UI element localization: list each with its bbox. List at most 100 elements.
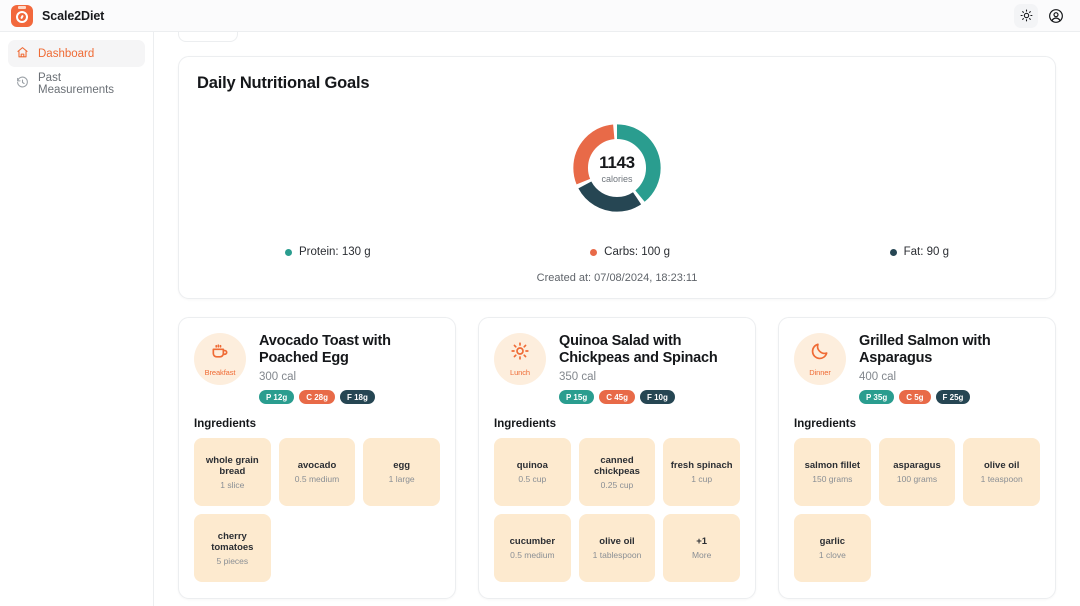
ingredient-quantity: 0.5 medium <box>294 474 340 484</box>
brand[interactable]: Scale2Diet <box>11 4 105 27</box>
ingredient-quantity: 1 large <box>388 474 415 484</box>
meal-header: Lunch Quinoa Salad with Chickpeas and Spi… <box>494 333 740 405</box>
ingredient-tile[interactable]: quinoa 0.5 cup <box>494 438 571 507</box>
ingredient-tile[interactable]: salmon fillet 150 grams <box>794 438 871 507</box>
macro-badge: F 10g <box>640 390 675 405</box>
macro-badge: P 15g <box>559 390 595 405</box>
meal-slot-badge: Lunch <box>494 333 546 385</box>
ingredients-heading: Ingredients <box>494 418 556 431</box>
top-bar-actions <box>1014 3 1068 28</box>
legend-dot-carbs <box>590 248 598 256</box>
meal-card[interactable]: Lunch Quinoa Salad with Chickpeas and Spi… <box>478 317 756 600</box>
macro-badge: C 45g <box>599 390 635 405</box>
ingredients-heading: Ingredients <box>794 418 856 431</box>
donut-chart-graphic: 1143 calories <box>569 120 665 216</box>
top-bar: Scale2Diet <box>0 0 1080 32</box>
scrolled-card-above <box>178 32 238 42</box>
legend-dot-fat <box>889 248 897 256</box>
ingredient-name: garlic <box>819 536 845 548</box>
ingredient-quantity: 0.5 medium <box>510 550 555 560</box>
macro-badge-row: P 12g C 28g F 18g <box>259 390 440 405</box>
ingredient-tile[interactable]: asparagus 100 grams <box>878 438 956 507</box>
meal-card[interactable]: Breakfast Avocado Toast with Poached Egg 3… <box>178 317 456 600</box>
meal-slot-badge: Dinner <box>794 333 846 385</box>
calories-value: 1143 <box>599 152 635 172</box>
macro-badge: C 5g <box>899 390 931 405</box>
meal-slot-label: Dinner <box>809 368 831 377</box>
sidebar: Dashboard Past Measurements <box>0 32 154 606</box>
meal-slot-label: Lunch <box>510 368 530 377</box>
ingredients-heading: Ingredients <box>194 418 256 431</box>
ingredient-quantity: 1 slice <box>220 479 245 490</box>
ingredient-tile[interactable]: cherry tomatoes 5 pieces <box>194 514 271 583</box>
sidebar-item-label: Dashboard <box>38 47 95 60</box>
sidebar-item-past-measurements[interactable]: Past Measurements <box>8 70 145 97</box>
meal-title: Grilled Salmon with Asparagus <box>859 333 991 367</box>
legend-dot-protein <box>285 248 292 256</box>
macro-badge-row: P 35g C 5g F 25g <box>859 390 1040 405</box>
ingredient-tile[interactable]: olive oil 1 teaspoon <box>963 438 1040 507</box>
ingredient-grid: quinoa 0.5 cup canned chickpeas 0.25 cup fre… <box>494 438 740 583</box>
ingredient-tile[interactable]: canned chickpeas 0.25 cup <box>578 438 656 507</box>
meal-slot-label: Breakfast <box>204 368 236 377</box>
meal-header: Dinner Grilled Salmon with Asparagus 400 c… <box>794 333 1040 405</box>
ingredient-quantity: 0.5 cup <box>518 474 547 484</box>
macro-badge: C 28g <box>299 390 335 405</box>
coffee-cup-icon <box>210 341 230 366</box>
ingredient-name: salmon fillet <box>804 460 861 472</box>
ingredient-tile[interactable]: +1 More <box>663 514 740 583</box>
legend-item-protein: Protein: 130 g <box>285 246 371 258</box>
ingredient-quantity: 1 clove <box>818 550 846 560</box>
ingredient-name: cucumber <box>509 536 556 548</box>
ingredient-name: egg <box>393 460 411 472</box>
sidebar-item-label: Past Measurements <box>38 71 115 96</box>
donut-chart: 1143 calories <box>197 120 1037 216</box>
sun-icon <box>510 341 530 366</box>
macro-badge: P 12g <box>259 390 295 405</box>
ingredient-quantity: 5 pieces <box>216 555 249 566</box>
ingredient-tile[interactable]: egg 1 large <box>363 438 440 507</box>
ingredient-tile[interactable]: whole grain bread 1 slice <box>194 438 271 507</box>
ingredient-quantity: 0.25 cup <box>600 479 634 490</box>
ingredient-name: asparagus <box>893 460 941 472</box>
ingredient-tile[interactable]: avocado 0.5 medium <box>278 438 356 507</box>
chart-legend: Protein: 130 g Carbs: 100 g Fat: 90 g <box>197 246 1037 258</box>
sidebar-item-dashboard[interactable]: Dashboard <box>8 40 145 67</box>
legend-label-carbs: Carbs: 100 g <box>604 246 671 258</box>
app-root: Scale2Diet Dashboard Past Measurements D… <box>0 0 1080 606</box>
ingredient-name: avocado <box>297 460 337 472</box>
ingredient-tile[interactable]: garlic 1 clove <box>794 514 871 583</box>
macro-badge: P 35g <box>859 390 895 405</box>
meal-calories: 400 cal <box>859 371 897 384</box>
body: Dashboard Past Measurements Daily Nutrit… <box>0 32 1080 606</box>
ingredient-name: canned chickpeas <box>594 454 640 478</box>
calories-unit: calories <box>601 173 633 184</box>
legend-item-carbs: Carbs: 100 g <box>590 246 670 258</box>
meal-slot-badge: Breakfast <box>194 333 246 385</box>
ingredient-tile[interactable]: olive oil 1 tablespoon <box>578 514 656 583</box>
ingredient-name: quinoa <box>516 460 548 472</box>
ingredient-quantity: 1 teaspoon <box>980 474 1023 484</box>
ingredient-tile[interactable]: fresh spinach 1 cup <box>663 438 740 507</box>
ingredient-grid: salmon fillet 150 grams asparagus 100 grams… <box>794 438 1040 583</box>
donut-center-label: 1143 calories <box>569 120 665 216</box>
scale-logo-icon <box>11 4 33 27</box>
daily-nutritional-goals-card: Daily Nutritional Goals 1143 calories Pr… <box>178 56 1056 299</box>
page-title: Daily Nutritional Goals <box>197 74 370 92</box>
sun-icon[interactable] <box>1014 3 1038 28</box>
user-avatar-icon[interactable] <box>1044 4 1068 28</box>
ingredient-quantity: 100 grams <box>896 474 938 484</box>
ingredient-grid: whole grain bread 1 slice avocado 0.5 mediu… <box>194 438 440 583</box>
ingredient-name: +1 <box>696 536 708 548</box>
meal-calories: 300 cal <box>259 371 297 384</box>
brand-name: Scale2Diet <box>42 8 105 23</box>
ingredient-name: whole grain bread <box>205 454 259 478</box>
macro-badge: F 25g <box>935 390 971 405</box>
ingredient-tile[interactable]: cucumber 0.5 medium <box>494 514 571 583</box>
home-icon <box>16 46 29 62</box>
meal-card[interactable]: Dinner Grilled Salmon with Asparagus 400 c… <box>778 317 1056 600</box>
created-at-text: Created at: 07/08/2024, 18:23:11 <box>536 272 698 284</box>
legend-label-protein: Protein: 130 g <box>299 246 371 258</box>
meal-header: Breakfast Avocado Toast with Poached Egg 3… <box>194 333 440 405</box>
ingredient-quantity: 1 tablespoon <box>592 550 642 560</box>
